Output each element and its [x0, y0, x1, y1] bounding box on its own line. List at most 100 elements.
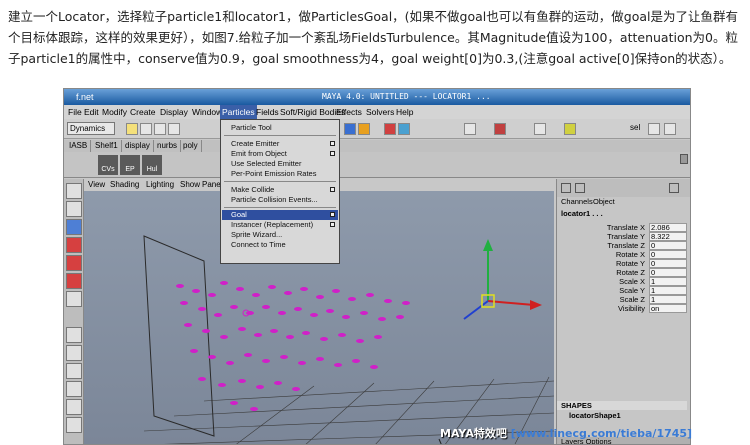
shelf-tab-nurbs[interactable]: nurbs: [154, 140, 182, 152]
menu-effects[interactable]: Effects: [334, 105, 364, 119]
menu-particles[interactable]: Particles: [220, 105, 257, 119]
shelf-tab-shelf1[interactable]: Shelf1: [92, 140, 122, 152]
persp-outliner-view-icon[interactable]: [66, 417, 82, 433]
menu-item-connect-to-time[interactable]: Connect to Time: [231, 240, 286, 250]
menu-item-per-point-emission-rates[interactable]: Per-Point Emission Rates: [231, 169, 316, 179]
menu-item-create-emitter[interactable]: Create Emitter: [231, 139, 279, 149]
mode-dropdown[interactable]: Dynamics: [67, 122, 115, 135]
select-hierarchy-icon[interactable]: [154, 123, 166, 135]
history-icon[interactable]: [464, 123, 476, 135]
mask-icon[interactable]: [494, 123, 506, 135]
menu-item-instancer[interactable]: Instancer (Replacement): [231, 220, 313, 230]
menu-item-particle-collision-events[interactable]: Particle Collision Events...: [231, 195, 318, 205]
tab-object[interactable]: Object: [593, 197, 615, 207]
menu-fields[interactable]: Fields: [254, 105, 281, 119]
lock-icon[interactable]: [564, 123, 576, 135]
panel-menu-shading[interactable]: Shading: [110, 179, 139, 191]
shelf-tabs: IASB Shelf1 display nurbs poly: [64, 140, 690, 152]
option-box-icon[interactable]: [330, 151, 335, 156]
attribute-value-field[interactable]: 0: [649, 259, 687, 268]
folder-icon[interactable]: [126, 123, 138, 135]
shelf-button-hul[interactable]: Hul: [142, 155, 162, 175]
menu-edit[interactable]: Edit: [82, 105, 101, 119]
rotate-tool-icon[interactable]: [66, 255, 82, 271]
hypershade-view-icon[interactable]: [66, 399, 82, 415]
attribute-row: Scale Y 1: [557, 286, 687, 295]
attribute-label: Translate X: [606, 223, 645, 232]
attribute-value-field[interactable]: 1: [649, 277, 687, 286]
grid-layout-icon[interactable]: [664, 123, 676, 135]
manipulator-tool-icon[interactable]: [66, 291, 82, 307]
select-object-icon[interactable]: [168, 123, 180, 135]
snap-curve-icon[interactable]: [358, 123, 370, 135]
single-view-icon[interactable]: [66, 327, 82, 343]
option-box-icon[interactable]: [330, 222, 335, 227]
attribute-value-field[interactable]: 2.086: [649, 223, 687, 232]
attribute-row: Rotate Y 0: [557, 259, 687, 268]
sel-label: sel: [630, 123, 641, 132]
component-icon[interactable]: [534, 123, 546, 135]
locator-manipulator[interactable]: [463, 239, 542, 320]
menu-item-goal[interactable]: Goal: [222, 210, 338, 220]
menu-item-particle-tool[interactable]: Particle Tool: [231, 123, 272, 133]
attribute-value-field[interactable]: 0: [649, 241, 687, 250]
attribute-row: Translate X 2.086: [557, 223, 687, 232]
shelf-tab-display[interactable]: display: [122, 140, 154, 152]
channel-box-icon[interactable]: [561, 183, 571, 193]
snap-grid-icon[interactable]: [344, 123, 356, 135]
menu-separator: [224, 207, 336, 208]
four-view-icon[interactable]: [66, 345, 82, 361]
shelf-tab-iasb[interactable]: IASB: [66, 140, 92, 152]
shape-name[interactable]: locatorShape1: [569, 411, 621, 420]
shapes-header: SHAPES: [557, 401, 687, 410]
menu-item-emit-from-object[interactable]: Emit from Object: [231, 149, 287, 159]
tab-channels[interactable]: Channels: [561, 197, 593, 207]
move-tool-icon[interactable]: [66, 237, 82, 253]
paint-select-tool-icon[interactable]: [66, 219, 82, 235]
layer-editor-icon[interactable]: [575, 183, 585, 193]
shelf-tab-poly[interactable]: poly: [180, 140, 202, 152]
panel-menu-lighting[interactable]: Lighting: [146, 179, 174, 191]
selected-object-name: locator1 . . .: [561, 209, 603, 218]
panel-menu-view[interactable]: View: [88, 179, 105, 191]
article-paragraph: 建立一个Locator，选择粒子particle1和locator1，做Part…: [8, 9, 738, 66]
panel-menu-show[interactable]: Show: [180, 179, 200, 191]
option-box-icon[interactable]: [330, 187, 335, 192]
render-icon[interactable]: [384, 123, 396, 135]
attribute-value-field[interactable]: 1: [649, 286, 687, 295]
attribute-value-field[interactable]: 8.322: [649, 232, 687, 241]
lasso-tool-icon[interactable]: [66, 201, 82, 217]
attribute-value-field[interactable]: 1: [649, 295, 687, 304]
menu-item-use-selected-emitter[interactable]: Use Selected Emitter: [231, 159, 301, 169]
scale-tool-icon[interactable]: [66, 273, 82, 289]
menu-separator: [224, 181, 336, 182]
menu-help[interactable]: Help: [394, 105, 415, 119]
channel-box-header: [557, 179, 690, 197]
trash-icon[interactable]: [680, 154, 688, 164]
shelf-button-ep[interactable]: EP: [120, 155, 140, 175]
menu-solvers[interactable]: Solvers: [364, 105, 396, 119]
maya-screenshot: f.net MAYA 4.0: UNTITLED --- LOCATOR1 ..…: [63, 88, 691, 445]
save-icon[interactable]: [140, 123, 152, 135]
attribute-label: Scale X: [619, 277, 645, 286]
channel-box: Channels Object locator1 . . . Translate…: [556, 179, 690, 444]
attribute-editor-icon[interactable]: [669, 183, 679, 193]
menu-item-sprite-wizard[interactable]: Sprite Wizard...: [231, 230, 282, 240]
graph-view-icon[interactable]: [66, 381, 82, 397]
attribute-value-field[interactable]: on: [649, 304, 687, 313]
ipr-render-icon[interactable]: [398, 123, 410, 135]
attribute-value-field[interactable]: 0: [649, 268, 687, 277]
menu-create[interactable]: Create: [128, 105, 158, 119]
attribute-value-field[interactable]: 0: [649, 250, 687, 259]
select-tool-icon[interactable]: [66, 183, 82, 199]
menu-modify[interactable]: Modify: [100, 105, 129, 119]
outliner-view-icon[interactable]: [66, 363, 82, 379]
option-box-icon[interactable]: [330, 212, 335, 217]
menu-display[interactable]: Display: [158, 105, 190, 119]
layout-icon[interactable]: [648, 123, 660, 135]
option-box-icon[interactable]: [330, 141, 335, 146]
menu-item-make-collide[interactable]: Make Collide: [231, 185, 274, 195]
watermark-text: MAYA特效吧: [440, 427, 507, 440]
shelf-button-cvs[interactable]: CVs: [98, 155, 118, 175]
title-bar: f.net MAYA 4.0: UNTITLED --- LOCATOR1 ..…: [64, 89, 690, 105]
